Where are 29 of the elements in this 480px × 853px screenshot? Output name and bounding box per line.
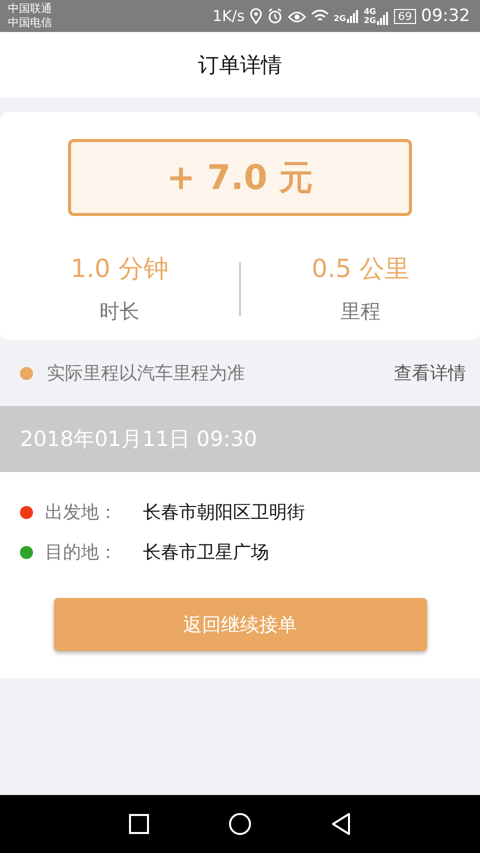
carrier-name: 中国电信 xyxy=(8,16,52,30)
wifi-icon xyxy=(310,9,329,23)
signal-icon xyxy=(346,9,359,23)
route-address: 长春市卫星广场 xyxy=(143,541,269,564)
carrier-name: 中国联通 xyxy=(8,2,52,16)
home-icon[interactable] xyxy=(229,813,251,835)
stat-value: 1.0 分钟 xyxy=(70,254,168,284)
battery-level: 69 xyxy=(394,8,416,24)
alarm-icon xyxy=(266,8,283,24)
stat-label: 里程 xyxy=(340,298,380,324)
note-text: 实际里程以汽车里程为准 xyxy=(47,362,245,385)
network-speed: 1K/s xyxy=(212,7,245,25)
network-type: 2G xyxy=(334,14,346,23)
eye-icon xyxy=(288,9,306,23)
network-type: 4G xyxy=(364,7,376,16)
stat-value: 0.5 公里 xyxy=(312,254,410,284)
page-title: 订单详情 xyxy=(198,52,282,79)
route-address: 长春市朝阳区卫明街 xyxy=(143,501,305,524)
route-label: 目的地： xyxy=(45,541,118,564)
location-icon xyxy=(250,8,262,24)
back-icon[interactable] xyxy=(331,813,351,835)
recents-icon[interactable] xyxy=(129,814,149,834)
clock: 09:32 xyxy=(421,6,470,26)
stat-label: 时长 xyxy=(100,298,140,324)
signal-icon xyxy=(377,11,389,25)
fare-amount: + 7.0 元 xyxy=(68,139,412,216)
route-label: 出发地： xyxy=(45,501,118,524)
details-link[interactable]: 查看详情 xyxy=(394,361,466,385)
network-type: 2G xyxy=(364,16,376,25)
